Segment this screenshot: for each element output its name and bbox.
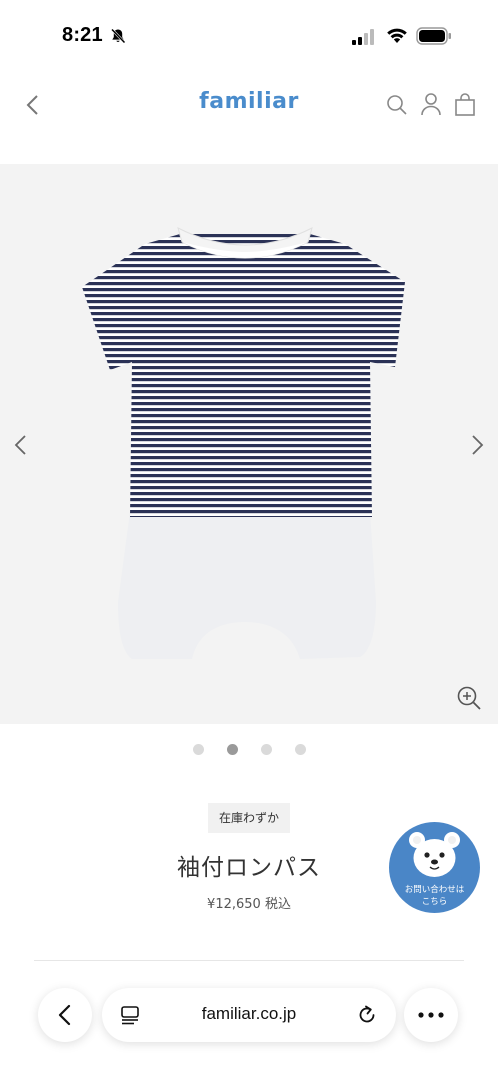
browser-more-button[interactable]	[404, 988, 458, 1042]
status-bar: 8:21	[0, 0, 498, 72]
account-icon[interactable]	[420, 92, 442, 116]
url-text: familiar.co.jp	[201, 1004, 297, 1023]
contact-label-line1: お問い合わせは	[404, 885, 465, 895]
bear-mascot-icon	[409, 832, 460, 877]
pagination-dot[interactable]	[294, 744, 306, 755]
chevron-left-icon	[58, 1004, 71, 1026]
bag-icon[interactable]	[454, 93, 476, 116]
wifi-icon	[387, 28, 407, 43]
bell-slash-icon	[111, 28, 126, 44]
browser-back-button[interactable]	[38, 988, 92, 1042]
contact-button-label: お問い合わせは こちら	[389, 884, 480, 908]
reload-icon[interactable]	[356, 1004, 378, 1026]
status-time: 8:21	[62, 24, 103, 46]
product-image	[82, 227, 405, 659]
stock-badge: 在庫わずか	[208, 803, 290, 833]
pagination-dot[interactable]	[260, 744, 272, 755]
gallery-next-chevron-icon[interactable]	[466, 432, 488, 458]
zoom-in-icon[interactable]	[456, 685, 482, 711]
battery-icon	[416, 27, 451, 45]
pagination-dot-active[interactable]	[226, 744, 238, 755]
address-bar[interactable]: familiar.co.jp	[102, 988, 396, 1042]
search-icon[interactable]	[386, 94, 408, 116]
more-icon	[418, 1012, 444, 1018]
gallery-pagination	[0, 744, 498, 758]
contact-label-line2: こちら	[421, 897, 448, 907]
signal-icon	[352, 29, 374, 45]
pagination-dot[interactable]	[192, 744, 204, 755]
contact-button[interactable]: お問い合わせは こちら	[389, 822, 480, 913]
site-header: familiar	[0, 72, 498, 164]
product-gallery[interactable]	[0, 164, 498, 724]
divider	[34, 960, 464, 961]
gallery-prev-chevron-icon[interactable]	[10, 432, 32, 458]
